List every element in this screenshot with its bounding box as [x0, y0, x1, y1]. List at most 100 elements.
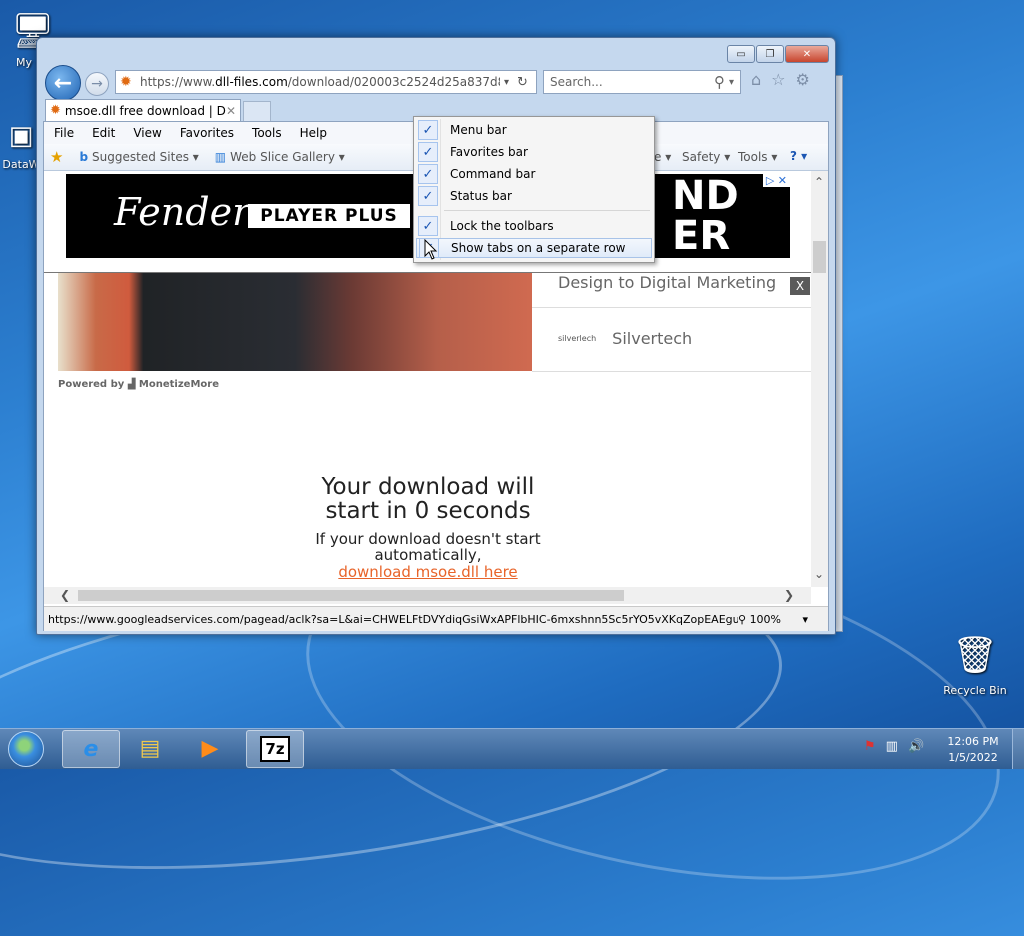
minimize-button[interactable]: ▭ [727, 45, 755, 63]
scroll-thumb[interactable] [813, 241, 826, 273]
scroll-thumb[interactable] [78, 590, 624, 601]
favorites-star-icon[interactable]: ☆ [771, 70, 785, 89]
ad-panel-heading[interactable]: Design to Digital Marketing [558, 273, 776, 292]
zoom-level: 100% [749, 612, 782, 626]
divider [532, 307, 811, 308]
menu-file[interactable]: File [54, 126, 74, 140]
tab-close-icon[interactable]: ✕ [226, 104, 240, 118]
taskbar-7zip[interactable]: 7z [246, 730, 304, 768]
check-icon: ✓ [418, 120, 438, 140]
taskbar-explorer[interactable]: ▤ [122, 730, 178, 766]
taskbar-internet-explorer[interactable]: e [62, 730, 120, 768]
media-player-icon: ▶ [201, 735, 219, 761]
vertical-scrollbar[interactable]: ⌃ ⌄ [811, 171, 828, 587]
clock[interactable]: 12:06 PM 1/5/2022 [938, 734, 1008, 766]
tools-gear-icon[interactable]: ⚙ [796, 70, 810, 89]
scroll-down-icon[interactable]: ⌄ [814, 567, 824, 581]
ad-big-text: ND ER [672, 176, 739, 256]
silvertech-ad-row[interactable]: silverlech Silvertech [558, 329, 692, 348]
scroll-right-icon[interactable]: ❯ [784, 588, 794, 602]
menu-help[interactable]: Help [300, 126, 327, 140]
new-tab-button[interactable] [243, 101, 271, 121]
menu-item-lock-toolbars[interactable]: ✓ Lock the toolbars [416, 216, 652, 236]
menu-favorites[interactable]: Favorites [180, 126, 234, 140]
favorites-star-add[interactable]: ★ [50, 148, 63, 166]
web-slice-gallery-link[interactable]: ▥ Web Slice Gallery ▾ [215, 150, 345, 164]
menu-tools[interactable]: Tools [252, 126, 282, 140]
address-bar[interactable]: ✹ https://www.dll-files.com/download/020… [115, 70, 537, 94]
url-host: dll-files.com [215, 75, 288, 89]
back-button[interactable]: ← [45, 65, 81, 101]
address-dropdown-icon[interactable]: ▾ [504, 77, 509, 88]
check-icon: ✓ [418, 164, 438, 184]
tab-msoe[interactable]: ✹ msoe.dll free download | D... ✕ [45, 99, 241, 121]
navigation-row: ← → ✹ https://www.dll-files.com/download… [43, 65, 829, 101]
volume-icon[interactable]: 🔊 [908, 739, 924, 754]
desktop-icon-label: Recycle Bin [943, 684, 1007, 697]
zoom-control[interactable]: ⚲ 100% ▾ [738, 613, 828, 626]
7zip-icon: 7z [260, 736, 290, 762]
address-url[interactable]: https://www.dll-files.com/download/02000… [140, 75, 500, 89]
tab-favicon-icon: ✹ [50, 103, 61, 118]
menu-separator [444, 210, 650, 211]
download-heading-line: start in 0 seconds [325, 498, 531, 524]
ad-photo[interactable] [58, 273, 532, 371]
url-path: /download/020003c2524d25a837d87905ab [287, 75, 500, 89]
network-icon[interactable]: ▥ [886, 739, 898, 754]
clock-time: 12:06 PM [947, 735, 999, 748]
menu-item-favorites-bar[interactable]: ✓ Favorites bar [416, 142, 652, 162]
powered-by[interactable]: Powered by ▟ MonetizeMore [58, 379, 219, 390]
search-input[interactable]: Search... ⚲ ▾ [543, 70, 741, 94]
web-slice-label: Web Slice Gallery ▾ [230, 150, 345, 164]
maximize-button[interactable]: ❐ [756, 45, 784, 63]
scroll-up-icon[interactable]: ⌃ [814, 175, 824, 189]
menu-item-label: Show tabs on a separate row [451, 241, 626, 255]
forward-button[interactable]: → [85, 72, 109, 96]
menu-item-status-bar[interactable]: ✓ Status bar [416, 186, 652, 206]
taskbar-media-player[interactable]: ▶ [182, 730, 238, 766]
ad-close-button[interactable]: X [790, 277, 810, 295]
desktop-icon-recycle-bin[interactable]: 🗑 Recycle Bin [940, 630, 1010, 697]
show-desktop-button[interactable] [1012, 729, 1024, 769]
silvertech-logo: silverlech [558, 334, 597, 343]
zoom-icon: ⚲ [738, 612, 747, 626]
close-button[interactable]: ✕ [785, 45, 829, 63]
menu-item-show-tabs-separate-row[interactable]: ✓ Show tabs on a separate row [416, 238, 652, 258]
start-button[interactable] [4, 729, 48, 769]
download-link[interactable]: download msoe.dll here [268, 563, 588, 581]
status-url: https://www.googleadservices.com/pagead/… [48, 612, 738, 626]
horizontal-scrollbar[interactable]: ❮ ❯ [44, 587, 811, 604]
search-dropdown-icon[interactable]: ▾ [729, 77, 734, 88]
menu-item-label: Status bar [450, 189, 512, 203]
caption-buttons: ▭ ❐ ✕ [727, 45, 829, 63]
player-plus-label: PLAYER PLUS [248, 204, 410, 228]
home-icon[interactable]: ⌂ [751, 70, 761, 89]
refresh-icon[interactable]: ↻ [517, 75, 528, 90]
command-safety[interactable]: Safety ▾ [682, 150, 730, 164]
divider [532, 371, 811, 372]
action-center-flag-icon[interactable]: ⚑ [864, 739, 876, 754]
clock-date: 1/5/2022 [948, 751, 998, 764]
internet-explorer-icon: e [83, 736, 99, 762]
silvertech-name: Silvertech [612, 329, 693, 348]
add-favorite-icon: ★ [50, 148, 64, 166]
scroll-left-icon[interactable]: ❮ [60, 588, 70, 602]
search-icon[interactable]: ⚲ [714, 73, 725, 91]
download-subtext-line: If your download doesn't start [315, 530, 541, 548]
suggested-sites-link[interactable]: b Suggested Sites ▾ [79, 150, 198, 164]
forward-arrow-icon: → [91, 76, 103, 92]
command-page[interactable]: e ▾ [654, 150, 671, 164]
zoom-dropdown-icon[interactable]: ▾ [803, 613, 809, 626]
command-tools[interactable]: Tools ▾ [738, 150, 777, 164]
site-favicon-icon: ✹ [120, 74, 132, 90]
toolbar-context-menu: ✓ Menu bar ✓ Favorites bar ✓ Command bar… [413, 116, 655, 263]
ad-big-text-line: ER [672, 213, 731, 259]
menu-item-command-bar[interactable]: ✓ Command bar [416, 164, 652, 184]
menu-view[interactable]: View [133, 126, 161, 140]
powered-by-brand: MonetizeMore [138, 379, 219, 390]
help-icon[interactable]: ? ▾ [790, 149, 807, 163]
folder-icon: ▤ [139, 735, 161, 761]
menu-item-menu-bar[interactable]: ✓ Menu bar [416, 120, 652, 140]
menu-edit[interactable]: Edit [92, 126, 115, 140]
ad-choices-icon[interactable]: ▷ ✕ [762, 174, 790, 187]
